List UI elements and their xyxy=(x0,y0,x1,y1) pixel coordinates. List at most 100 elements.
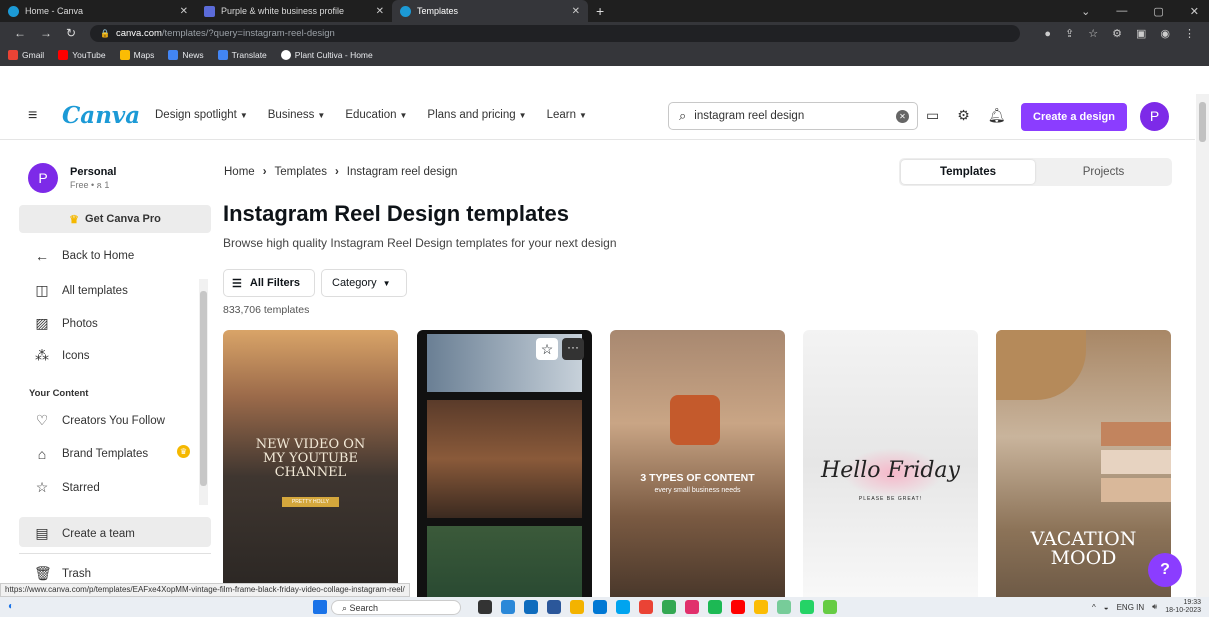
scroll-thumb[interactable] xyxy=(200,291,207,486)
bookmark-translate[interactable]: Translate xyxy=(217,50,267,60)
avatar[interactable]: P xyxy=(1140,102,1169,131)
chevron-down-icon: ▼ xyxy=(317,111,326,120)
bookmark-gmail[interactable]: Gmail xyxy=(8,50,44,60)
taskbar-search-input[interactable]: ⌕ Search xyxy=(331,600,461,615)
menu-icon[interactable]: ⋮ xyxy=(1184,27,1195,40)
sidebar-item-trash[interactable]: 🗑︎ Trash xyxy=(34,565,91,582)
reload-icon[interactable]: ↻ xyxy=(66,26,76,40)
nav-plans-pricing[interactable]: Plans and pricing ▼ xyxy=(427,109,526,121)
profile-icon[interactable]: ◉ xyxy=(1160,27,1170,40)
desktop-app-icon[interactable]: ▭ xyxy=(926,107,939,124)
sidebar-item-all-templates[interactable]: ◫ All templates xyxy=(34,282,127,299)
close-window-icon[interactable]: ✕ xyxy=(1190,5,1199,18)
template-card[interactable]: 3 TYPES OF CONTENT every small business … xyxy=(610,330,785,597)
sidebar-item-starred[interactable]: ☆ Starred xyxy=(34,479,100,496)
nav-education[interactable]: Education ▼ xyxy=(345,109,407,121)
clock[interactable]: 19:33 18-10-2023 xyxy=(1165,599,1201,615)
gmail-icon[interactable] xyxy=(639,600,653,614)
sidebar-item-back-home[interactable]: ← Back to Home xyxy=(34,248,134,264)
instagram-icon[interactable] xyxy=(685,600,699,614)
search-input[interactable]: ⌕ instagram reel design ✕ xyxy=(668,102,918,130)
sidepanel-icon[interactable]: ▣ xyxy=(1136,27,1146,40)
hamburger-menu-icon[interactable]: ≡ xyxy=(28,107,37,125)
extensions-icon[interactable]: ⚙ xyxy=(1112,27,1122,40)
volume-icon[interactable]: 🔊︎ xyxy=(1152,602,1157,612)
template-card[interactable]: Hello Friday PLEASE BE GREAT! xyxy=(803,330,978,597)
maximize-icon[interactable]: ▢ xyxy=(1153,5,1163,18)
more-options-icon[interactable]: ··· xyxy=(562,338,584,360)
sidebar-item-creators[interactable]: ♡ Creators You Follow xyxy=(34,412,165,429)
bookmark-news[interactable]: News xyxy=(168,50,204,60)
spotify-icon[interactable] xyxy=(708,600,722,614)
forward-arrow-icon[interactable]: → xyxy=(40,26,52,40)
chevron-down-icon[interactable]: ⌄ xyxy=(1081,5,1090,18)
get-canva-pro-button[interactable]: ♛ Get Canva Pro xyxy=(19,205,211,233)
create-team-item[interactable]: ▤ Create a team xyxy=(34,525,135,542)
youtube-icon[interactable] xyxy=(731,600,745,614)
account-plan: Free • ጸ 1 xyxy=(70,179,110,190)
settings-gear-icon[interactable]: ⚙ xyxy=(957,107,970,124)
back-arrow-icon[interactable]: ← xyxy=(14,26,26,40)
page-scrollbar[interactable] xyxy=(1196,94,1209,597)
breadcrumb-home[interactable]: Home xyxy=(224,166,255,178)
zoom-icon[interactable] xyxy=(524,600,538,614)
chevron-up-icon[interactable]: ^ xyxy=(1092,603,1096,612)
windows-start-icon[interactable] xyxy=(313,600,327,614)
google-icon[interactable]: ● xyxy=(1044,28,1051,40)
tab-templates-toggle[interactable]: Templates xyxy=(901,160,1035,184)
template-card[interactable]: VACATION MOOD xyxy=(996,330,1171,597)
url-input[interactable]: 🔒 canva.com/templates/?query=instagram-r… xyxy=(90,25,1020,42)
close-icon[interactable]: ✕ xyxy=(180,6,188,17)
close-icon[interactable]: ✕ xyxy=(376,6,384,17)
tab-templates[interactable]: Templates ✕ xyxy=(392,0,588,22)
app-icon[interactable] xyxy=(777,600,791,614)
category-dropdown[interactable]: Category ▼ xyxy=(321,269,407,297)
sidebar-item-icons[interactable]: ⁂ Icons xyxy=(34,347,90,364)
minimize-icon[interactable]: — xyxy=(1116,5,1127,17)
scroll-thumb[interactable] xyxy=(1199,102,1206,142)
new-tab-icon[interactable]: + xyxy=(596,3,604,19)
wifi-icon[interactable]: ◒ xyxy=(1104,603,1109,612)
language-indicator[interactable]: ENG IN xyxy=(1117,603,1145,612)
app-icon[interactable] xyxy=(662,600,676,614)
address-bar-area: ← → ↻ 🔒 canva.com/templates/?query=insta… xyxy=(0,22,1209,66)
nav-business[interactable]: Business ▼ xyxy=(268,109,326,121)
chrome-icon[interactable] xyxy=(754,600,768,614)
template-card[interactable]: ☆ ··· xyxy=(417,330,592,597)
template-card[interactable]: NEW VIDEO ON MY YOUTUBE CHANNEL PRETTY H… xyxy=(223,330,398,597)
widgets-icon[interactable]: ◐ xyxy=(8,601,14,612)
create-design-button[interactable]: Create a design xyxy=(1021,103,1127,131)
bookmark-youtube[interactable]: YouTube xyxy=(58,50,106,60)
bookmark-plant-cultiva[interactable]: Plant Cultiva - Home xyxy=(280,50,373,60)
sidebar-item-brand-templates[interactable]: ⌂ Brand Templates xyxy=(34,446,148,462)
chat-icon[interactable] xyxy=(501,600,515,614)
app-icon[interactable] xyxy=(823,600,837,614)
sidebar-scrollbar[interactable] xyxy=(199,279,208,505)
tab-home-canva[interactable]: Home - Canva ✕ xyxy=(0,0,196,22)
file-explorer-icon[interactable] xyxy=(570,600,584,614)
nav-learn[interactable]: Learn ▼ xyxy=(547,109,587,121)
category-label: Category xyxy=(332,277,377,289)
canva-logo[interactable]: Canva xyxy=(62,102,140,129)
task-view-icon[interactable] xyxy=(478,600,492,614)
close-icon[interactable]: ✕ xyxy=(572,6,580,17)
whatsapp-icon[interactable] xyxy=(800,600,814,614)
edge-icon[interactable] xyxy=(616,600,630,614)
tab-business-profile[interactable]: Purple & white business profile ✕ xyxy=(196,0,392,22)
bookmark-maps[interactable]: Maps xyxy=(119,50,154,60)
breadcrumb-templates[interactable]: Templates xyxy=(275,166,327,178)
star-icon[interactable]: ☆ xyxy=(536,338,558,360)
store-icon[interactable] xyxy=(593,600,607,614)
share-icon[interactable]: ⇪ xyxy=(1065,27,1074,40)
help-button[interactable]: ? xyxy=(1148,553,1182,587)
word-icon[interactable] xyxy=(547,600,561,614)
all-filters-button[interactable]: ☰ All Filters xyxy=(223,269,315,297)
nav-design-spotlight[interactable]: Design spotlight ▼ xyxy=(155,109,248,121)
nav-buttons: ← → ↻ xyxy=(14,22,76,44)
sidebar-item-photos[interactable]: ▨ Photos xyxy=(34,315,97,332)
clear-search-icon[interactable]: ✕ xyxy=(896,110,909,123)
account-switcher[interactable]: P Personal Free • ጸ 1 xyxy=(28,163,116,193)
star-icon[interactable]: ☆ xyxy=(1088,27,1098,40)
tab-projects-toggle[interactable]: Projects xyxy=(1037,160,1170,184)
notification-bell-icon[interactable]: 🔔︎ xyxy=(988,107,1006,124)
